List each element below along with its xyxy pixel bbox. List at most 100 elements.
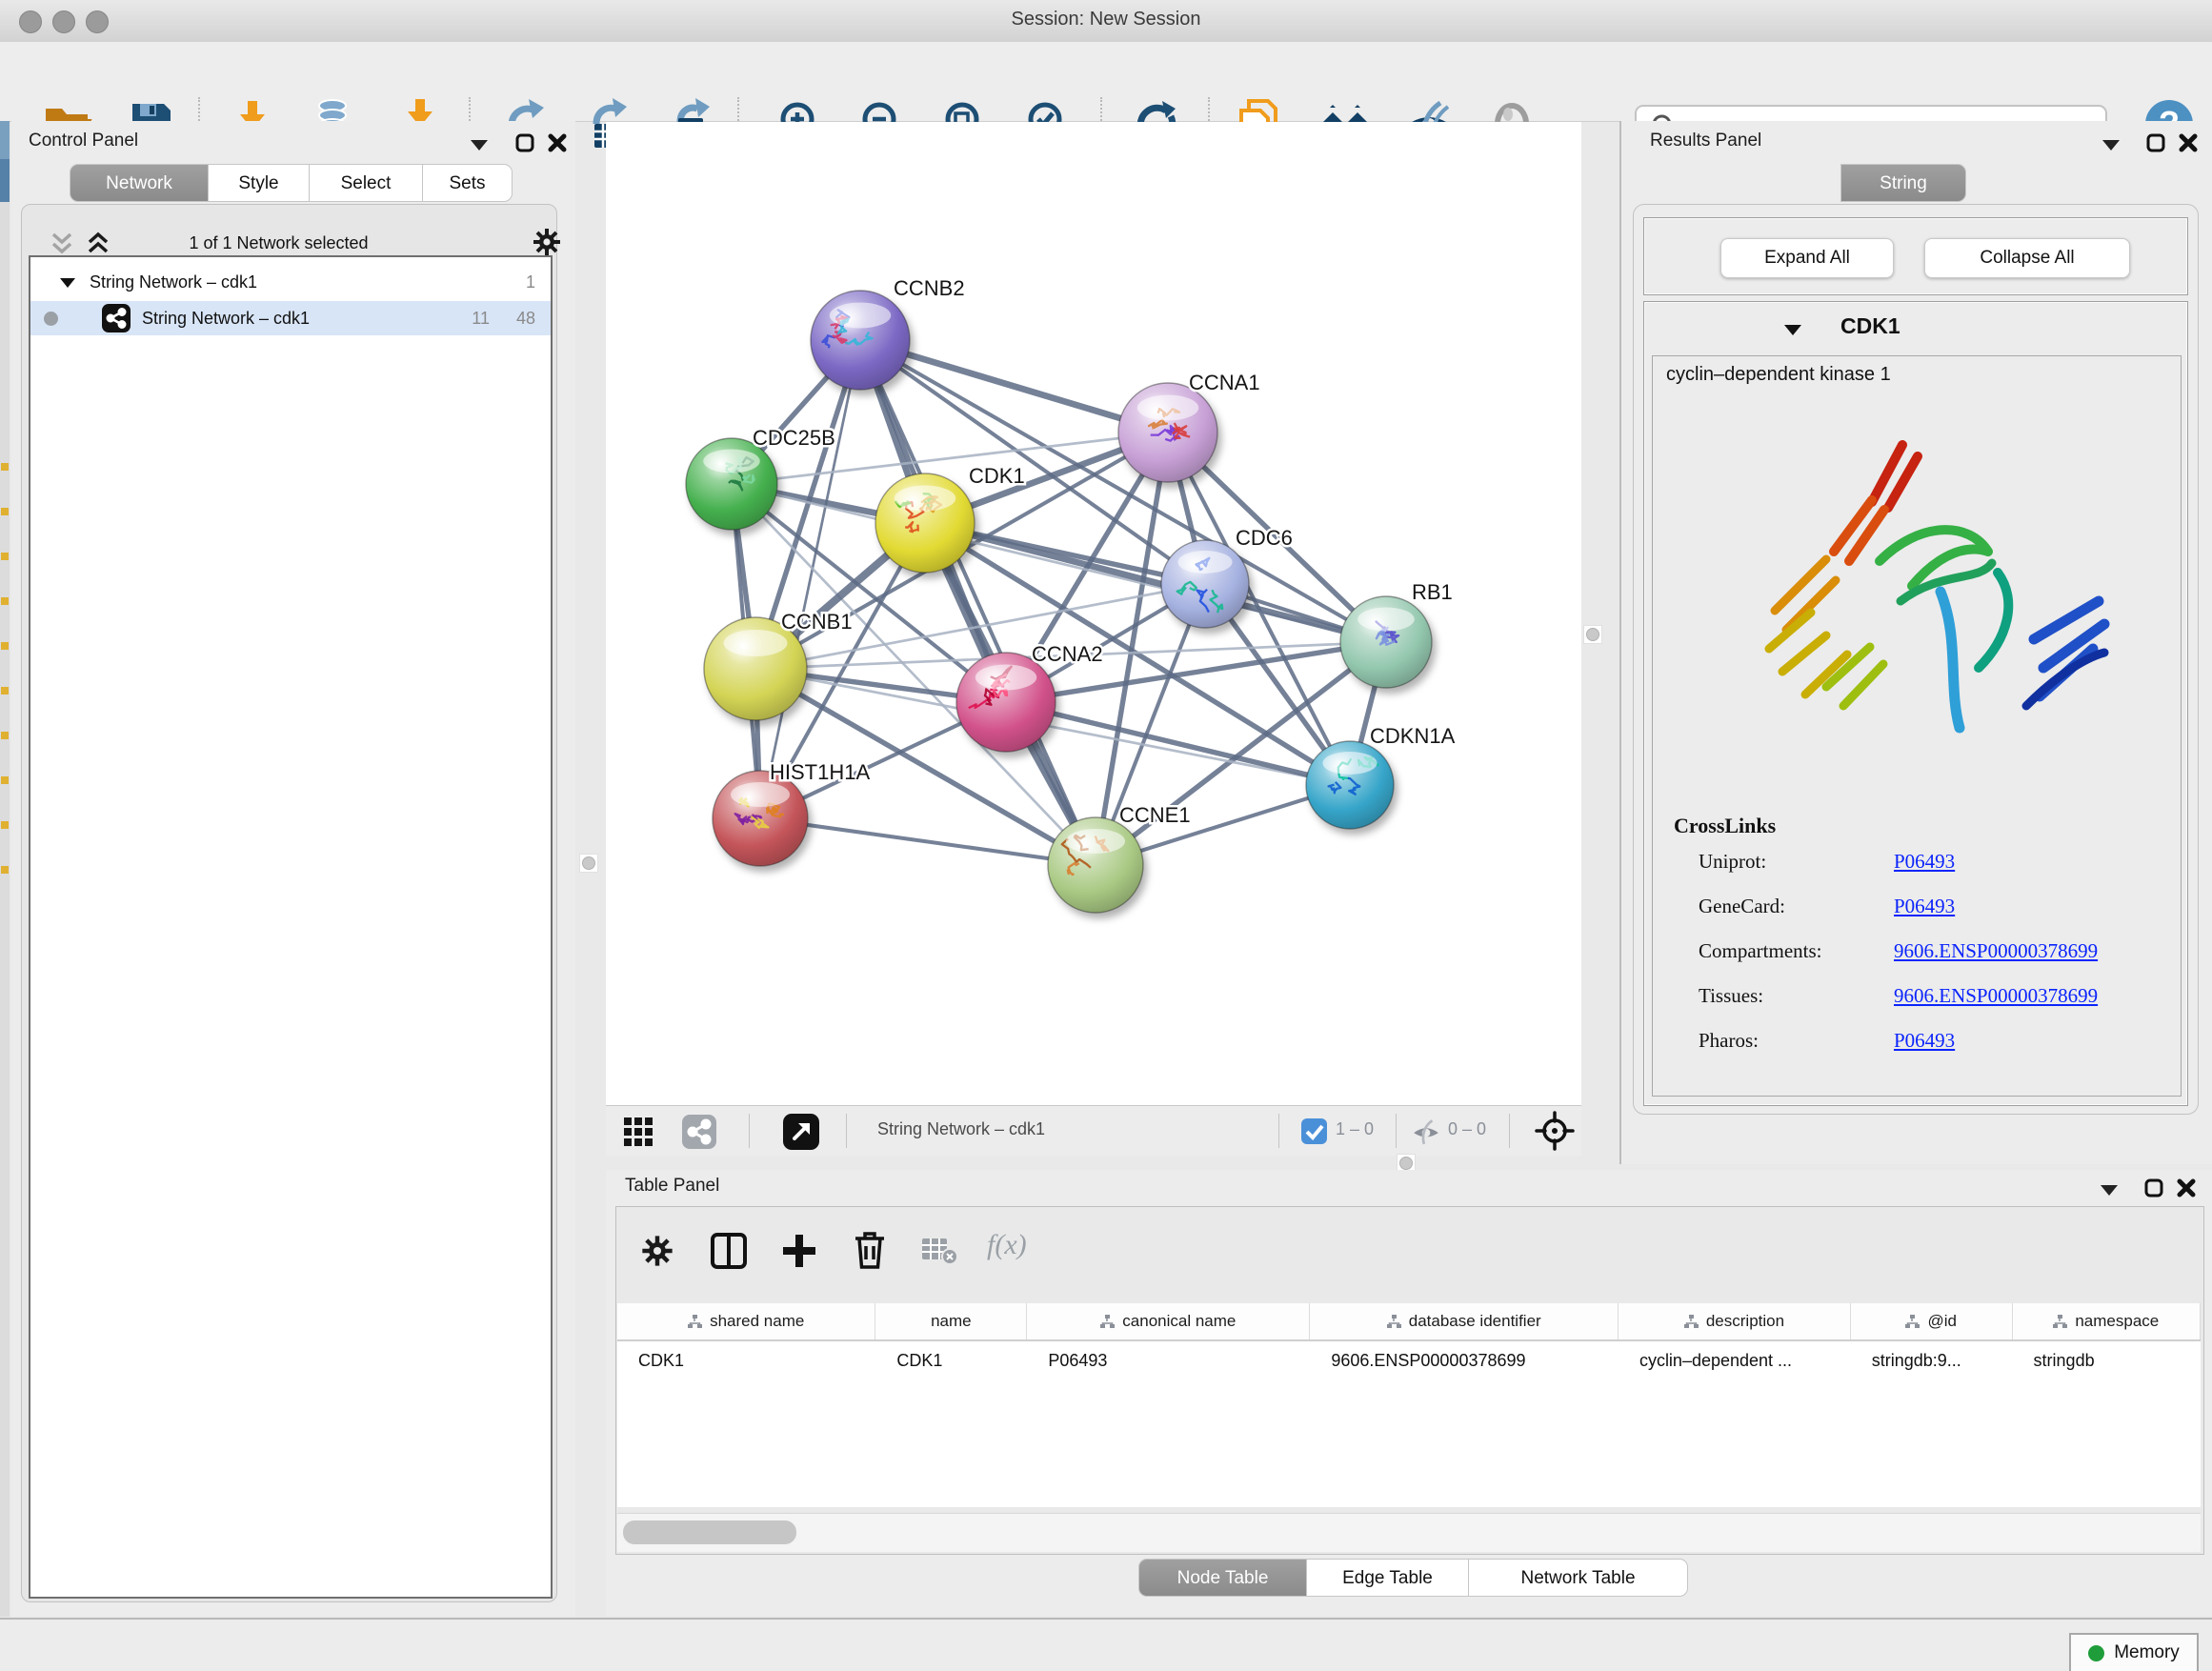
network-status-dot-icon — [44, 312, 58, 326]
column-header-description[interactable]: description — [1619, 1303, 1851, 1339]
expand-all-button[interactable]: Expand All — [1720, 238, 1894, 278]
tab-node-table[interactable]: Node Table — [1138, 1559, 1307, 1597]
crosslink-value-link[interactable]: P06493 — [1894, 1029, 1955, 1053]
crosslink-row: Compartments:9606.ENSP00000378699 — [1699, 939, 2165, 963]
tree-expander-icon[interactable] — [59, 276, 76, 289]
results-panel-collapse-icon[interactable] — [2101, 138, 2122, 151]
birdseye-grid-icon[interactable] — [623, 1117, 654, 1147]
table-gear-icon[interactable] — [639, 1233, 675, 1269]
birdseye-crosshair-icon[interactable] — [1535, 1111, 1575, 1151]
results-panel-close-icon[interactable] — [2178, 132, 2199, 153]
table-hscrollbar-thumb[interactable] — [623, 1520, 796, 1544]
node-CDC6[interactable] — [1161, 540, 1249, 628]
tab-style[interactable]: Style — [209, 164, 310, 202]
network-canvas[interactable]: CCNB2CCNA1CDC25BCDK1CDC6RB1CCNB1CCNA2CDK… — [606, 122, 1581, 1105]
results-panel-float-icon[interactable] — [2145, 132, 2166, 153]
network-node-count: 11 — [472, 309, 490, 329]
separator — [1509, 1114, 1510, 1148]
selected-count: 1 – 0 — [1336, 1119, 1374, 1139]
control-panel-title: Control Panel — [29, 131, 138, 151]
column-header-namespace[interactable]: namespace — [2013, 1303, 2201, 1339]
control-panel-float-icon[interactable] — [514, 132, 535, 153]
selected-checkbox-icon[interactable] — [1301, 1118, 1327, 1144]
network-collection-row[interactable]: String Network – cdk1 1 — [30, 265, 551, 299]
delete-column-icon[interactable] — [850, 1229, 890, 1271]
crosslink-label: Tissues: — [1699, 984, 1894, 1008]
node-CCNE1[interactable] — [1048, 817, 1143, 913]
show-columns-icon[interactable] — [709, 1231, 749, 1271]
node-CCNA2[interactable] — [956, 653, 1056, 752]
edge-CCNB2-HIST1H1A[interactable] — [760, 340, 860, 818]
crosslink-value-link[interactable]: 9606.ENSP00000378699 — [1894, 984, 2098, 1008]
table-panel: Table Panel f(x) shared namenamecanonica… — [606, 1170, 2212, 1616]
node-label-CCNA2: CCNA2 — [1032, 642, 1103, 666]
column-header-canonical-name[interactable]: canonical name — [1027, 1303, 1310, 1339]
tab-network-table[interactable]: Network Table — [1469, 1559, 1688, 1597]
add-column-icon[interactable] — [779, 1231, 819, 1271]
node-CCNB2[interactable] — [811, 291, 910, 390]
hidden-count: 0 – 0 — [1448, 1119, 1486, 1139]
control-panel-collapse-icon[interactable] — [469, 138, 490, 151]
collapse-all-button[interactable]: Collapse All — [1924, 238, 2130, 278]
column-header-shared-name[interactable]: shared name — [617, 1303, 875, 1339]
control-panel-close-icon[interactable] — [547, 132, 568, 153]
current-network-name: String Network – cdk1 — [877, 1119, 1045, 1139]
table-cell[interactable]: stringdb:9... — [1851, 1341, 2013, 1379]
table-cell[interactable]: 9606.ENSP00000378699 — [1310, 1341, 1619, 1379]
screen-edge-artifact — [0, 121, 10, 1617]
node-label-CDK1: CDK1 — [969, 464, 1025, 488]
memory-button[interactable]: Memory — [2069, 1633, 2199, 1671]
crosslink-row: Tissues:9606.ENSP00000378699 — [1699, 984, 2165, 1008]
shared-column-icon — [1100, 1315, 1115, 1329]
table-panel-float-icon[interactable] — [2143, 1178, 2164, 1198]
tab-sets[interactable]: Sets — [423, 164, 513, 202]
tab-edge-table[interactable]: Edge Table — [1307, 1559, 1469, 1597]
table-hscrollbar[interactable] — [617, 1513, 2201, 1552]
crosslink-value-link[interactable]: P06493 — [1894, 895, 1955, 918]
results-panel-title: Results Panel — [1650, 131, 1761, 151]
gear-icon[interactable] — [531, 226, 563, 258]
tab-string[interactable]: String — [1840, 164, 1966, 202]
network-row-label: String Network – cdk1 — [142, 309, 310, 329]
table-panel-close-icon[interactable] — [2176, 1178, 2197, 1198]
node-CCNA1[interactable] — [1118, 383, 1217, 482]
table-cell[interactable]: P06493 — [1027, 1341, 1310, 1379]
crosslink-value-link[interactable]: P06493 — [1894, 850, 1955, 874]
node-CDK1[interactable] — [875, 473, 975, 573]
tab-network[interactable]: Network — [70, 164, 209, 202]
gene-detail-box: cyclin–dependent kinase 1 — [1652, 355, 2182, 1097]
column-header-@id[interactable]: @id — [1851, 1303, 2013, 1339]
network-row[interactable]: String Network – cdk1 11 48 — [30, 301, 551, 335]
shared-column-icon — [1684, 1315, 1699, 1329]
memory-label: Memory — [2114, 1642, 2180, 1663]
vertical-splitter-handle[interactable] — [1583, 625, 1602, 644]
node-label-CDKN1A: CDKN1A — [1370, 724, 1456, 748]
column-header-label: shared name — [710, 1312, 804, 1331]
table-row[interactable]: CDK1CDK1P064939606.ENSP00000378699cyclin… — [617, 1341, 2201, 1379]
edge-HIST1H1A-CCNE1[interactable] — [760, 818, 1096, 865]
section-expander-icon[interactable] — [1783, 323, 1802, 336]
table-cell[interactable]: stringdb — [2013, 1341, 2201, 1379]
column-header-name[interactable]: name — [875, 1303, 1027, 1339]
shared-column-icon — [1905, 1315, 1920, 1329]
node-CDC25B[interactable] — [686, 438, 777, 530]
protein-structure-image — [1719, 409, 2129, 790]
table-cell[interactable]: cyclin–dependent ... — [1619, 1341, 1851, 1379]
node-HIST1H1A[interactable] — [713, 771, 808, 866]
tab-select[interactable]: Select — [310, 164, 423, 202]
edge-CCNB2-CCNE1[interactable] — [860, 340, 1096, 865]
open-in-new-window-icon[interactable] — [783, 1114, 819, 1150]
table-cell[interactable]: CDK1 — [875, 1341, 1027, 1379]
node-RB1[interactable] — [1340, 596, 1432, 688]
crosslink-value-link[interactable]: 9606.ENSP00000378699 — [1894, 939, 2098, 963]
table-cell[interactable]: CDK1 — [617, 1341, 875, 1379]
crosslink-label: Compartments: — [1699, 939, 1894, 963]
share-network-icon[interactable] — [682, 1115, 716, 1149]
table-panel-collapse-icon[interactable] — [2099, 1183, 2120, 1197]
cytoscape-window: Session: New Session — [0, 0, 2212, 1671]
node-label-CCNB1: CCNB1 — [781, 610, 853, 634]
window-title: Session: New Session — [0, 9, 2212, 30]
node-CDKN1A[interactable] — [1306, 741, 1394, 829]
column-header-database-identifier[interactable]: database identifier — [1310, 1303, 1619, 1339]
vertical-splitter-handle[interactable] — [579, 854, 598, 873]
